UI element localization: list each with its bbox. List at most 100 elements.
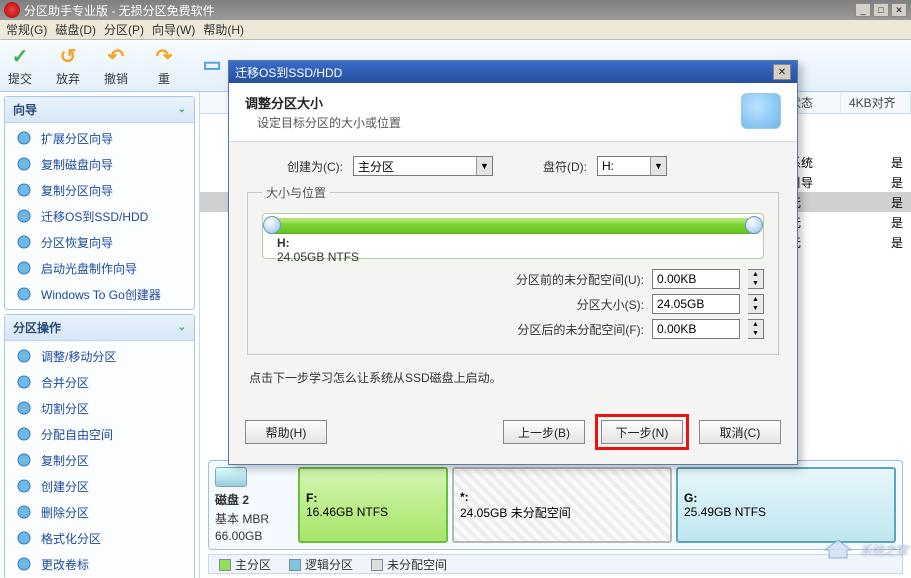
legend: 主分区 逻辑分区 未分配空间	[208, 554, 903, 574]
col-4kb[interactable]: 4KB对齐	[841, 92, 911, 113]
spinner-2[interactable]: ▲▼	[748, 319, 764, 339]
tool-discard[interactable]: ↺ 放弃	[56, 44, 80, 87]
menubar: 常规(G) 磁盘(D) 分区(P) 向导(W) 帮助(H)	[0, 20, 911, 40]
op-format[interactable]: 格式化分区	[5, 525, 194, 551]
op-delete-icon	[15, 503, 33, 521]
op-create[interactable]: 创建分区	[5, 473, 194, 499]
disk-2-card[interactable]: 磁盘 2 基本 MBR 66.00GB F:16.46GB NTFS*:24.0…	[208, 460, 903, 550]
tool-disk-a[interactable]: ▭	[200, 53, 224, 79]
op-alloc-free[interactable]: 分配自由空间	[5, 421, 194, 447]
op-alloc-free-icon	[15, 425, 33, 443]
sidebar-item-label: 分配自由空间	[41, 426, 113, 443]
create-as-combo[interactable]: 主分区 ▼	[353, 156, 493, 176]
wizard-extend[interactable]: 扩展分区向导	[5, 125, 194, 151]
wizard-boot-disc-icon	[15, 259, 33, 277]
size-row-label: 分区前的未分配空间(U):	[516, 271, 644, 288]
tool-label: 提交	[8, 70, 32, 87]
dialog-subheading: 设定目标分区的大小或位置	[245, 114, 741, 131]
sidebar: 向导 ⌄ 扩展分区向导复制磁盘向导复制分区向导迁移OS到SSD/HDD 分区恢复向…	[0, 92, 200, 578]
dialog-header-icon	[741, 93, 781, 129]
op-label[interactable]: 更改卷标	[5, 551, 194, 577]
sidebar-item-label: 调整/移动分区	[41, 348, 116, 365]
sidebar-item-label: 创建分区	[41, 478, 89, 495]
maximize-button[interactable]: □	[873, 3, 889, 17]
sidebar-item-label: 分区恢复向导	[41, 234, 113, 251]
menu-wizard[interactable]: 向导(W)	[152, 21, 195, 38]
sidebar-item-label: 合并分区	[41, 374, 89, 391]
drive-label: 盘符(D):	[543, 158, 587, 175]
menu-partition[interactable]: 分区(P)	[104, 21, 144, 38]
discard-icon: ↺	[56, 44, 80, 68]
dialog-title-text: 迁移OS到SSD/HDD	[235, 64, 342, 81]
partition-*[interactable]: *:24.05GB 未分配空间	[452, 467, 672, 543]
tool-redo[interactable]: ↷重	[152, 44, 176, 87]
panel-ops-title: 分区操作	[13, 319, 61, 336]
wizard-migrate-os[interactable]: 迁移OS到SSD/HDD	[5, 203, 194, 229]
sidebar-item-label: 更改卷标	[41, 556, 89, 573]
dialog-titlebar[interactable]: 迁移OS到SSD/HDD ✕	[229, 61, 797, 83]
sidebar-item-label: 复制分区	[41, 452, 89, 469]
minimize-button[interactable]: _	[855, 3, 871, 17]
wizard-recover-icon	[15, 233, 33, 251]
spin-down-icon: ▼	[748, 304, 763, 313]
panel-ops-header[interactable]: 分区操作 ⌄	[5, 315, 194, 341]
menu-disk[interactable]: 磁盘(D)	[55, 21, 96, 38]
op-split-icon	[15, 399, 33, 417]
wizard-copy-disk-icon	[15, 155, 33, 173]
wizard-copy-part[interactable]: 复制分区向导	[5, 177, 194, 203]
op-delete[interactable]: 删除分区	[5, 499, 194, 525]
panel-wizards: 向导 ⌄ 扩展分区向导复制磁盘向导复制分区向导迁移OS到SSD/HDD 分区恢复向…	[4, 96, 195, 310]
size-row-0: 分区前的未分配空间(U): 0.00KB ▲▼	[262, 269, 764, 289]
close-button[interactable]: ✕	[891, 3, 907, 17]
dialog-header: 调整分区大小 设定目标分区的大小或位置	[229, 83, 797, 142]
spinner-0[interactable]: ▲▼	[748, 269, 764, 289]
wizard-boot-disc[interactable]: 启动光盘制作向导	[5, 255, 194, 281]
slider-left-handle[interactable]	[263, 216, 281, 234]
sidebar-item-label: 切割分区	[41, 400, 89, 417]
dialog-close-button[interactable]: ✕	[773, 64, 791, 80]
drive-combo[interactable]: H: ▼	[597, 156, 667, 176]
partition-F[interactable]: F:16.46GB NTFS	[298, 467, 448, 543]
create-as-value: 主分区	[358, 158, 394, 175]
back-button[interactable]: 上一步(B)	[503, 420, 585, 444]
part-size: 16.46GB NTFS	[306, 505, 440, 519]
op-resize-move[interactable]: 调整/移动分区	[5, 343, 194, 369]
size-input-1[interactable]: 24.05GB	[652, 294, 740, 314]
tool-commit[interactable]: ✓提交	[8, 44, 32, 87]
size-input-0[interactable]: 0.00KB	[652, 269, 740, 289]
panel-wizards-header[interactable]: 向导 ⌄	[5, 97, 194, 123]
sidebar-item-label: 格式化分区	[41, 530, 101, 547]
menu-help[interactable]: 帮助(H)	[203, 21, 244, 38]
op-copy[interactable]: 复制分区	[5, 447, 194, 473]
redo-icon: ↷	[152, 44, 176, 68]
op-merge[interactable]: 合并分区	[5, 369, 194, 395]
sidebar-item-label: Windows To Go创建器	[41, 286, 161, 303]
partition-G[interactable]: G:25.49GB NTFS	[676, 467, 896, 543]
tool-label: 重	[158, 70, 170, 87]
op-split[interactable]: 切割分区	[5, 395, 194, 421]
size-input-2[interactable]: 0.00KB	[652, 319, 740, 339]
size-position-legend: 大小与位置	[262, 184, 330, 201]
spinner-1[interactable]: ▲▼	[748, 294, 764, 314]
cancel-button[interactable]: 取消(C)	[699, 420, 781, 444]
wizard-wtg[interactable]: Windows To Go创建器	[5, 281, 194, 307]
dialog-hint: 点击下一步学习怎么让系统从SSD磁盘上启动。	[249, 369, 777, 386]
tool-label: 放弃	[56, 70, 80, 87]
op-label-icon	[15, 555, 33, 573]
part-size: 25.49GB NTFS	[684, 505, 888, 519]
op-resize-move-icon	[15, 347, 33, 365]
partition-slider[interactable]: H: 24.05GB NTFS	[262, 213, 764, 259]
wizard-copy-disk[interactable]: 复制磁盘向导	[5, 151, 194, 177]
help-button[interactable]: 帮助(H)	[245, 420, 327, 444]
tool-undo[interactable]: ↶撤销	[104, 44, 128, 87]
part-letter: *:	[460, 490, 664, 504]
menu-general[interactable]: 常规(G)	[6, 21, 47, 38]
slider-info: H: 24.05GB NTFS	[277, 236, 359, 264]
size-row-1: 分区大小(S): 24.05GB ▲▼	[262, 294, 764, 314]
undo-icon: ↶	[104, 44, 128, 68]
slider-right-handle[interactable]	[745, 216, 763, 234]
drive-value: H:	[602, 159, 614, 173]
sidebar-item-label: 删除分区	[41, 504, 89, 521]
wizard-recover[interactable]: 分区恢复向导	[5, 229, 194, 255]
next-button[interactable]: 下一步(N)	[601, 420, 683, 444]
